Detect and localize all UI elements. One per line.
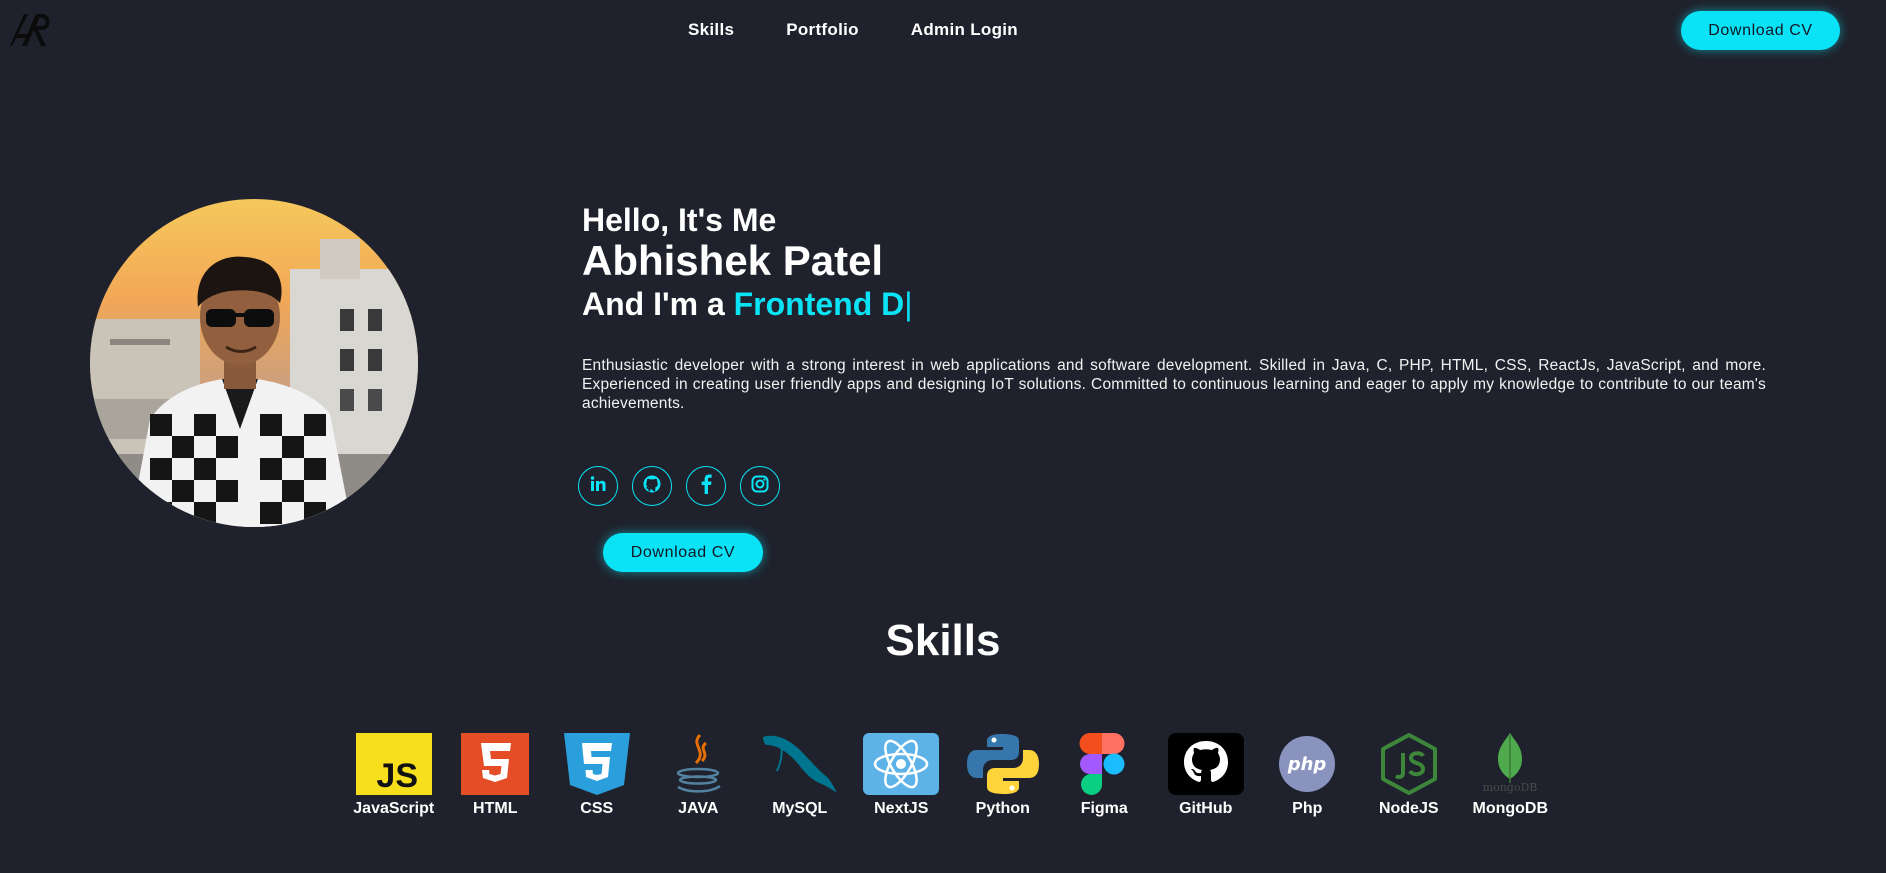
instagram-icon (751, 475, 769, 498)
skill-label: Figma (1080, 800, 1128, 817)
skill-label: Php (1292, 800, 1323, 817)
logo-icon[interactable] (8, 10, 56, 48)
mongodb-icon: mongoDB (1471, 732, 1549, 796)
skill-item: php Php (1257, 732, 1359, 818)
skill-label: JavaScript (353, 800, 435, 817)
social-links (578, 466, 780, 506)
figma-icon (1065, 732, 1143, 796)
instagram-link[interactable] (740, 466, 780, 506)
skill-label: JAVA (678, 800, 719, 817)
skill-label: Python (975, 800, 1030, 817)
typing-cursor: | (904, 286, 913, 322)
main-nav: Skills Portfolio Admin Login (688, 20, 1018, 40)
php-icon: php (1268, 732, 1346, 796)
site-header: Skills Portfolio Admin Login Download CV (0, 0, 1886, 62)
nodejs-icon (1370, 732, 1448, 796)
css-icon (558, 732, 636, 796)
hero-intro: Hello, It's Me Abhishek Patel And I'm a … (582, 200, 1766, 413)
hero-download-cv-button[interactable]: Download CV (603, 533, 763, 572)
mongodb-icon-text: mongoDB (1483, 781, 1538, 794)
header-download-cv-button[interactable]: Download CV (1681, 11, 1840, 50)
html-icon (456, 732, 534, 796)
role-typed-text: Frontend D (733, 286, 905, 322)
skill-item: NextJS (851, 732, 953, 818)
skill-item: JAVA (648, 732, 750, 818)
php-icon-text: php (1287, 754, 1327, 775)
skill-item: GitHub (1155, 732, 1257, 818)
skill-label: NodeJS (1378, 800, 1439, 817)
linkedin-link[interactable] (578, 466, 618, 506)
skill-item: MySQL (749, 732, 851, 818)
skill-label: CSS (580, 800, 614, 817)
skill-label: NextJS (874, 800, 929, 817)
github-icon (1167, 732, 1245, 796)
skill-label: GitHub (1179, 800, 1233, 817)
skill-item: Figma (1054, 732, 1156, 818)
profile-photo (90, 199, 418, 527)
hero-name: Abhishek Patel (582, 237, 884, 284)
nav-portfolio-link[interactable]: Portfolio (786, 20, 859, 40)
linkedin-icon (589, 475, 607, 498)
skill-item: Python (952, 732, 1054, 818)
skill-item: NodeJS (1358, 732, 1460, 818)
python-icon (964, 732, 1042, 796)
hero-greeting: Hello, It's Me (582, 202, 777, 238)
facebook-link[interactable] (686, 466, 726, 506)
facebook-icon (698, 474, 714, 499)
skills-list: JS JavaScript HTML CSS JAVA MySQL NextJS (343, 732, 1561, 818)
nav-admin-login-link[interactable]: Admin Login (911, 20, 1018, 40)
skill-item: mongoDB MongoDB (1460, 732, 1562, 818)
js-icon-text: JS (376, 757, 418, 795)
skill-label: MongoDB (1472, 800, 1549, 817)
hero-bio: Enthusiastic developer with a strong int… (582, 357, 1766, 412)
skill-item: JS JavaScript (343, 732, 445, 818)
skill-item: HTML (445, 732, 547, 818)
hero-role: And I'm a Frontend D| (582, 284, 1766, 324)
skill-label: HTML (473, 800, 518, 817)
role-prefix: And I'm a (582, 286, 734, 322)
skill-item: CSS (546, 732, 648, 818)
github-icon (642, 474, 662, 499)
mysql-icon (761, 732, 839, 796)
skills-heading: Skills (885, 616, 1001, 665)
java-icon (659, 732, 737, 796)
nav-skills-link[interactable]: Skills (688, 20, 734, 40)
nextjs-icon (862, 732, 940, 796)
skill-label: MySQL (772, 800, 828, 817)
javascript-icon: JS (355, 732, 433, 796)
github-link[interactable] (632, 466, 672, 506)
